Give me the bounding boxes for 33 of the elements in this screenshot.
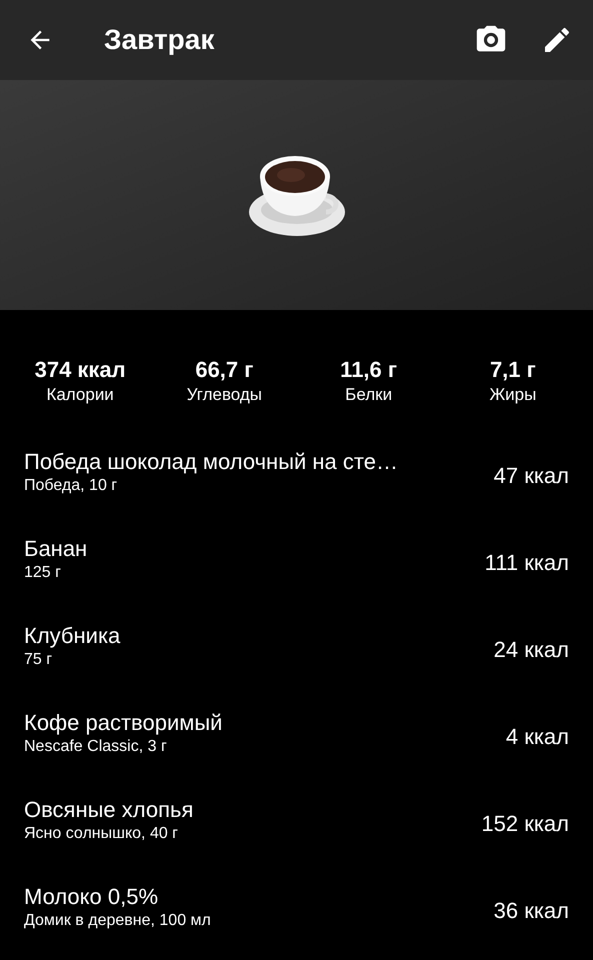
food-item[interactable]: Победа шоколад молочный на сте… Победа, 10 г 47 ккал — [0, 428, 593, 515]
food-calories: 111 ккал — [484, 549, 569, 577]
food-calories: 47 ккал — [494, 462, 569, 490]
food-calories: 24 ккал — [494, 636, 569, 664]
food-name: Кофе растворимый — [24, 708, 224, 736]
food-calories: 152 ккал — [481, 810, 569, 838]
nutrient-value: 11,6 г — [340, 356, 398, 384]
nutrient-label: Углеводы — [186, 384, 262, 406]
food-name: Победа шоколад молочный на сте… — [24, 448, 399, 476]
food-name: Банан — [24, 534, 88, 562]
food-calories: 36 ккал — [494, 897, 569, 925]
screen-title: Завтрак — [104, 23, 216, 57]
nutrient-label: Калории — [46, 384, 114, 406]
food-name: Овсяные хлопья — [24, 796, 194, 824]
food-portion: Победа, 10 г — [24, 476, 118, 496]
nutrient-label: Белки — [345, 384, 392, 406]
food-item[interactable]: Овсяные хлопья Ясно солнышко, 40 г 152 ккал — [0, 776, 593, 863]
food-portion: 125 г — [24, 562, 62, 582]
food-portion: 75 г — [24, 650, 54, 670]
food-portion: Nescafe Classic, 3 г — [24, 736, 168, 756]
nutrient-value: 374 ккал — [34, 356, 126, 384]
nutrient-label: Жиры — [489, 384, 536, 406]
food-name: Клубника — [24, 622, 122, 650]
nutrient-value: 66,7 г — [195, 356, 254, 384]
food-item[interactable]: Банан 125 г 111 ккал — [0, 515, 593, 602]
food-item[interactable]: Кофе растворимый Nescafe Classic, 3 г 4 ккал — [0, 689, 593, 776]
nutrient-value: 7,1 г — [490, 356, 536, 384]
food-item[interactable]: Клубника 75 г 24 ккал — [0, 602, 593, 689]
food-calories: 4 ккал — [506, 723, 569, 751]
food-item[interactable]: Молоко 0,5% Домик в деревне, 100 мл 36 ккал — [0, 863, 593, 950]
food-portion: Домик в деревне, 100 мл — [24, 910, 212, 930]
food-name: Молоко 0,5% — [24, 882, 160, 910]
food-portion: Ясно солнышко, 40 г — [24, 824, 180, 844]
